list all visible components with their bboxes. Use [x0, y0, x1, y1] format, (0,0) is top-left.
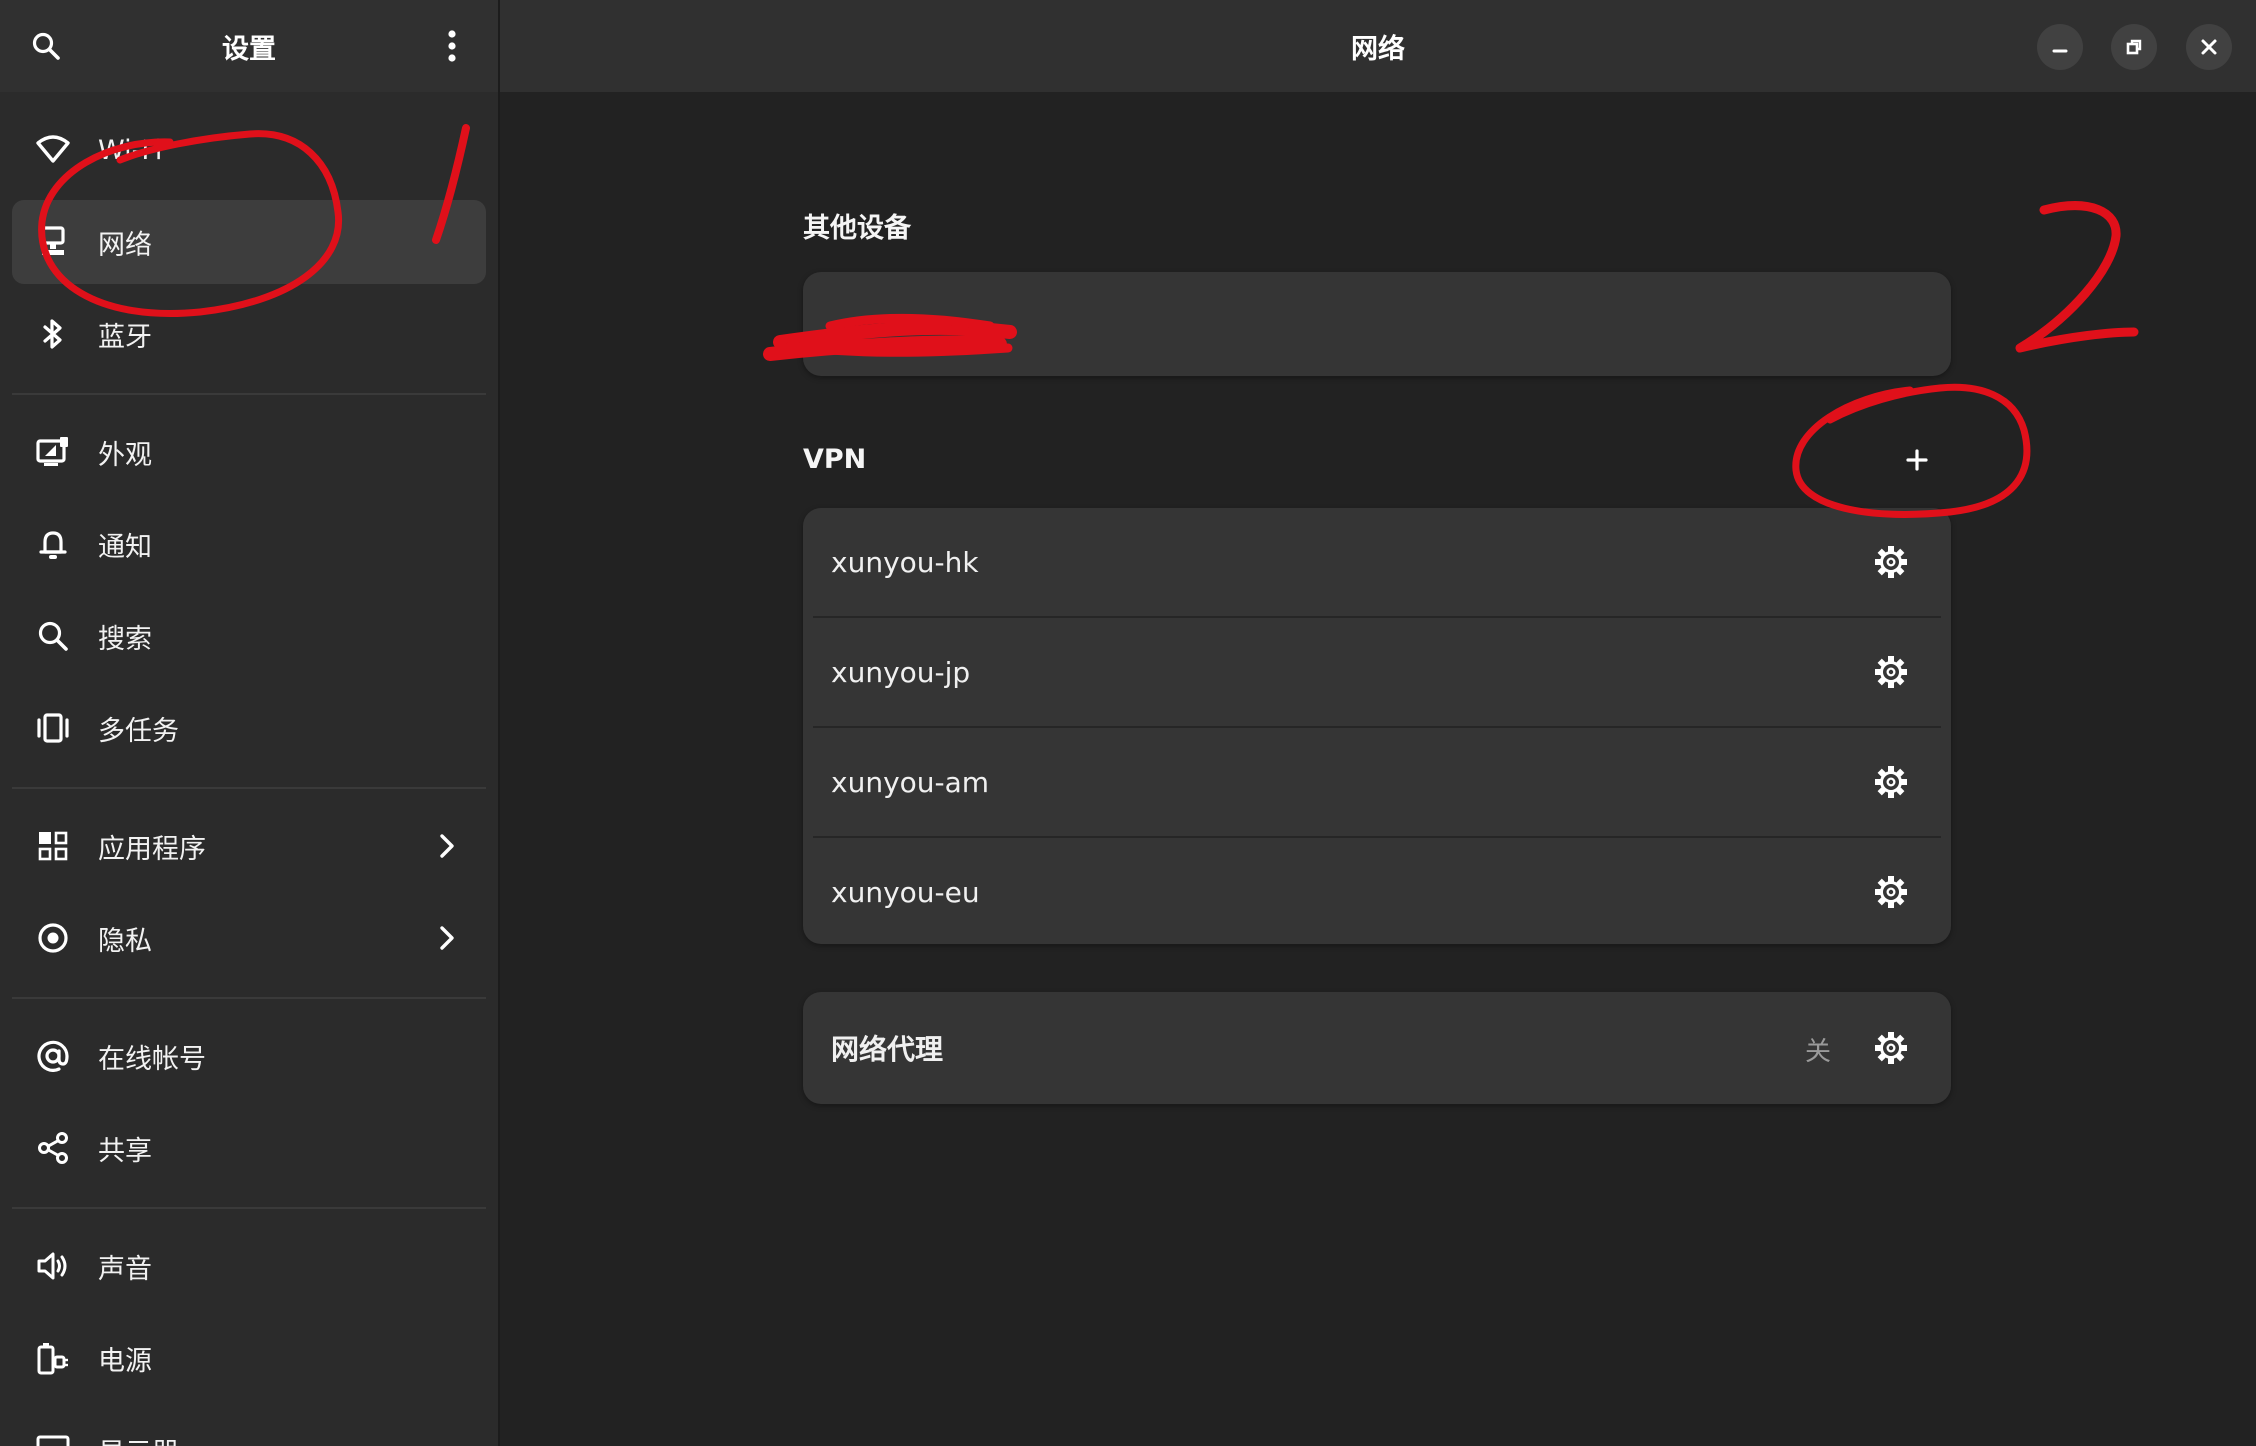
- gear-icon: [1875, 1032, 1907, 1064]
- restore-button[interactable]: [2111, 24, 2157, 70]
- sidebar-divider: [12, 787, 486, 789]
- sidebar-item-label: 通知: [98, 531, 152, 563]
- proxy-settings-button[interactable]: [1865, 1022, 1917, 1074]
- sidebar-item-privacy[interactable]: 隐私: [12, 896, 486, 980]
- gear-icon: [1875, 546, 1907, 578]
- other-devices-card: [803, 272, 1951, 376]
- appearance-icon: [34, 433, 72, 471]
- kebab-menu-icon: [448, 30, 456, 62]
- sidebar-item-label: 多任务: [98, 715, 179, 747]
- main-content: 网络 其他设备 VPN xunyou-hk xunyou-jp xunyou-a…: [500, 0, 2256, 1446]
- gear-icon: [1875, 766, 1907, 798]
- sidebar-item-label: Wi-Fi: [98, 134, 163, 166]
- sidebar-item-label: 外观: [98, 439, 152, 471]
- sidebar: 设置 Wi-Fi 网络 蓝牙 外观 通知 搜索 多任务 应用程序 隐私 在线帐号…: [0, 0, 500, 1446]
- sidebar-item-multitasking[interactable]: 多任务: [12, 686, 486, 770]
- sidebar-item-bluetooth[interactable]: 蓝牙: [12, 292, 486, 376]
- sidebar-item-label: 共享: [98, 1135, 152, 1167]
- plus-icon: [1906, 449, 1928, 471]
- vpn-name: xunyou-am: [831, 765, 990, 799]
- vpn-settings-button[interactable]: [1865, 536, 1917, 588]
- sidebar-item-applications[interactable]: 应用程序: [12, 804, 486, 888]
- vpn-settings-button[interactable]: [1865, 756, 1917, 808]
- sidebar-item-network[interactable]: 网络: [12, 200, 486, 284]
- privacy-icon: [34, 919, 72, 957]
- search-button[interactable]: [18, 18, 74, 74]
- vpn-row[interactable]: xunyou-hk: [803, 508, 1951, 616]
- close-icon: [2201, 39, 2217, 55]
- proxy-label: 网络代理: [831, 1033, 944, 1066]
- chevron-right-icon: [440, 926, 454, 950]
- vpn-settings-button[interactable]: [1865, 866, 1917, 918]
- sidebar-item-notifications[interactable]: 通知: [12, 502, 486, 586]
- multitasking-icon: [34, 709, 72, 747]
- sidebar-item-label: 电源: [98, 1345, 152, 1377]
- sidebar-divider: [12, 393, 486, 395]
- vpn-name: xunyou-eu: [831, 875, 980, 909]
- main-header: 网络: [500, 0, 2256, 92]
- close-button[interactable]: [2186, 24, 2232, 70]
- vpn-settings-button[interactable]: [1865, 646, 1917, 698]
- proxy-row[interactable]: 网络代理 关: [803, 992, 1951, 1104]
- sidebar-divider: [12, 997, 486, 999]
- apps-grid-icon: [34, 827, 72, 865]
- sidebar-item-online-accounts[interactable]: 在线帐号: [12, 1014, 486, 1098]
- sidebar-item-sound[interactable]: 声音: [12, 1224, 486, 1308]
- sidebar-item-label: 在线帐号: [98, 1043, 206, 1075]
- sidebar-item-label: 网络: [98, 229, 152, 261]
- sidebar-item-label: 搜索: [98, 623, 152, 655]
- section-title-vpn: VPN: [803, 444, 867, 475]
- main-menu-button[interactable]: [424, 18, 480, 74]
- sidebar-item-power[interactable]: 电源: [12, 1316, 486, 1400]
- bluetooth-icon: [34, 315, 72, 353]
- sidebar-item-sharing[interactable]: 共享: [12, 1106, 486, 1190]
- sidebar-item-search[interactable]: 搜索: [12, 594, 486, 678]
- vpn-row[interactable]: xunyou-am: [803, 728, 1951, 836]
- bell-icon: [34, 525, 72, 563]
- vpn-row[interactable]: xunyou-jp: [803, 618, 1951, 726]
- add-vpn-button[interactable]: [1891, 434, 1943, 486]
- vpn-row[interactable]: xunyou-eu: [803, 838, 1951, 944]
- power-icon: [34, 1339, 72, 1377]
- wifi-icon: [34, 131, 72, 169]
- vpn-name: xunyou-jp: [831, 655, 971, 689]
- sidebar-item-appearance[interactable]: 外观: [12, 410, 486, 494]
- sidebar-header: 设置: [0, 0, 498, 92]
- vpn-name: xunyou-hk: [831, 545, 979, 579]
- display-icon: [34, 1431, 72, 1446]
- network-wired-icon: [34, 223, 72, 261]
- search-icon: [34, 617, 72, 655]
- vpn-list-card: xunyou-hk xunyou-jp xunyou-am xunyou-eu: [803, 508, 1951, 944]
- search-icon: [32, 32, 60, 60]
- at-sign-icon: [34, 1037, 72, 1075]
- list-item[interactable]: [803, 272, 1951, 376]
- sidebar-item-label: 隐私: [98, 925, 152, 957]
- chevron-right-icon: [440, 834, 454, 858]
- section-title-other-devices: 其他设备: [803, 213, 911, 244]
- proxy-card: 网络代理 关: [803, 992, 1951, 1104]
- sidebar-item-label: 应用程序: [98, 833, 206, 865]
- page-title: 网络: [1351, 33, 1405, 65]
- sidebar-item-label: 声音: [98, 1253, 152, 1285]
- minimize-button[interactable]: [2037, 24, 2083, 70]
- gear-icon: [1875, 876, 1907, 908]
- sidebar-divider: [12, 1207, 486, 1209]
- sidebar-item-displays[interactable]: 显示器: [12, 1408, 486, 1446]
- proxy-status: 关: [1805, 1037, 1832, 1067]
- minimize-icon: [2052, 49, 2068, 53]
- share-icon: [34, 1129, 72, 1167]
- sidebar-item-wifi[interactable]: Wi-Fi: [12, 108, 486, 192]
- sidebar-item-label: 蓝牙: [98, 321, 152, 353]
- speaker-icon: [34, 1247, 72, 1285]
- restore-icon: [2126, 39, 2142, 55]
- sidebar-item-label: 显示器: [98, 1431, 179, 1446]
- gear-icon: [1875, 656, 1907, 688]
